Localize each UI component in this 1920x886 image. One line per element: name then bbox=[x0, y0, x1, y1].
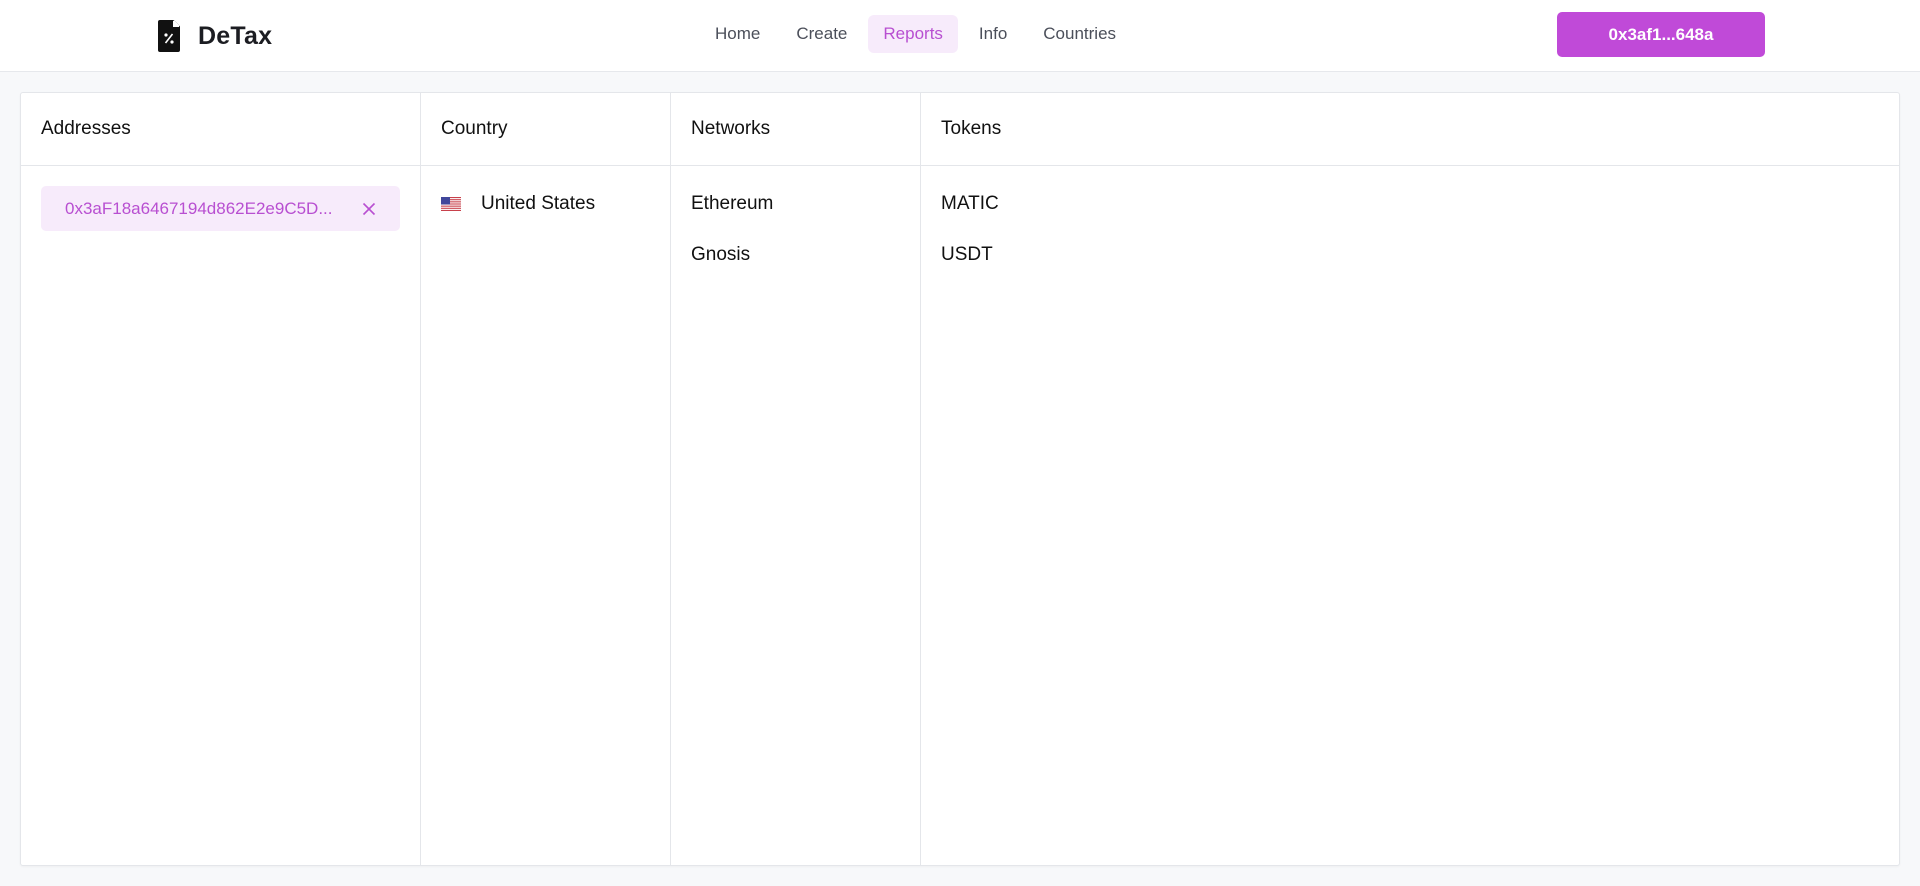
brand-name: DeTax bbox=[198, 21, 273, 50]
country-item: United States bbox=[441, 186, 650, 222]
country-column: Country United States bbox=[421, 93, 671, 865]
file-percent-icon bbox=[158, 20, 180, 52]
country-list: United States bbox=[421, 166, 670, 865]
tokens-list: MATIC USDT bbox=[921, 166, 1899, 865]
nav-create[interactable]: Create bbox=[781, 15, 862, 53]
nav-info[interactable]: Info bbox=[964, 15, 1022, 53]
nav-home[interactable]: Home bbox=[700, 15, 775, 53]
address-chip[interactable]: 0x3aF18a6467194d862E2e9C5D... bbox=[41, 186, 400, 231]
wallet-address-button[interactable]: 0x3af1...648a bbox=[1557, 12, 1765, 57]
tokens-column: Tokens MATIC USDT bbox=[921, 93, 1899, 865]
top-navbar: DeTax Home Create Reports Info Countries… bbox=[0, 0, 1920, 72]
networks-header: Networks bbox=[671, 93, 920, 166]
country-header: Country bbox=[421, 93, 670, 166]
token-item-matic: MATIC bbox=[941, 193, 999, 214]
networks-list: Ethereum Gnosis bbox=[671, 166, 920, 865]
close-icon[interactable] bbox=[362, 202, 376, 216]
addresses-header: Addresses bbox=[21, 93, 420, 166]
tokens-header: Tokens bbox=[921, 93, 1899, 166]
address-text: 0x3aF18a6467194d862E2e9C5D... bbox=[65, 198, 333, 218]
nav-countries[interactable]: Countries bbox=[1028, 15, 1131, 53]
country-name: United States bbox=[481, 193, 596, 214]
addresses-column: Addresses 0x3aF18a6467194d862E2e9C5D... bbox=[21, 93, 421, 865]
brand[interactable]: DeTax bbox=[158, 18, 272, 54]
report-panel: Addresses 0x3aF18a6467194d862E2e9C5D... … bbox=[20, 92, 1900, 866]
networks-column: Networks Ethereum Gnosis bbox=[671, 93, 921, 865]
network-item-gnosis: Gnosis bbox=[691, 244, 751, 265]
network-item-ethereum: Ethereum bbox=[691, 193, 774, 214]
addresses-list: 0x3aF18a6467194d862E2e9C5D... bbox=[21, 166, 420, 865]
us-flag-icon bbox=[441, 197, 461, 211]
token-item-usdt: USDT bbox=[941, 244, 993, 265]
nav-reports[interactable]: Reports bbox=[868, 15, 958, 53]
main-nav: Home Create Reports Info Countries bbox=[700, 15, 1137, 53]
